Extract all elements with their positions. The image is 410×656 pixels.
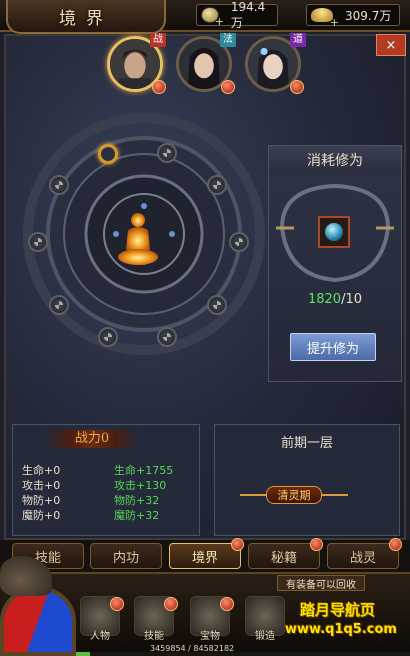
meditating-figure-icon	[118, 213, 158, 265]
consume-title: 消耗修为	[307, 153, 363, 169]
spirit-orb-icon	[325, 223, 343, 241]
class-tag-warrior: 战	[150, 33, 166, 47]
tab-realm[interactable]: 境界	[169, 538, 244, 569]
meridian-node[interactable]	[49, 295, 69, 315]
ingot-amount: 309.7万	[345, 8, 392, 23]
tab-label: 战灵	[349, 550, 376, 566]
meridian-node[interactable]	[207, 295, 227, 315]
stat-attack: 攻击+0	[22, 479, 61, 492]
stat-magic-def: 魔防+0	[22, 509, 61, 522]
nav-label-character: 人物	[90, 631, 110, 642]
nav-label-treasure: 宝物	[200, 631, 220, 642]
badge-wing-right	[320, 494, 348, 496]
coin-counter[interactable]: 194.4万	[196, 0, 278, 30]
tab-secret-book[interactable]: 秘籍	[248, 538, 323, 569]
close-button[interactable]: ×	[376, 34, 406, 56]
notification-dot-icon	[231, 538, 244, 551]
nav-label-forge: 锻造	[255, 631, 275, 642]
next-stat-attack: 攻击+130	[114, 479, 167, 492]
warrior-badge-icon	[152, 80, 166, 94]
tab-label: 秘籍	[270, 550, 297, 566]
ingot-icon	[311, 8, 339, 29]
stat-phys-def: 物防+0	[22, 494, 61, 507]
notification-dot-icon	[310, 538, 323, 551]
meridian-node[interactable]	[49, 175, 69, 195]
taoist-badge-icon	[290, 80, 304, 94]
class-tag-mage: 法	[220, 33, 236, 47]
notification-dot-icon	[220, 597, 234, 611]
next-stat-hp: 生命+1755	[114, 464, 174, 477]
notification-dot-icon	[110, 597, 124, 611]
cultivation-item-slot[interactable]	[318, 216, 350, 248]
realm-stage-badge: 清灵期	[266, 486, 322, 504]
current-stats-list: 生命+0 攻击+0 物防+0 魔防+0	[22, 463, 102, 523]
class-tag-taoist: 道	[290, 33, 306, 47]
next-stat-magic-def: 魔防+32	[114, 509, 160, 522]
hp-mp-orb	[0, 586, 76, 656]
page-title-plate: 境界	[6, 0, 166, 34]
coin-amount: 194.4万	[230, 0, 266, 30]
exp-bar-fill	[76, 652, 90, 656]
meridian-node[interactable]	[98, 327, 118, 347]
consume-need: /10	[341, 292, 362, 307]
consume-count: 1820/10	[268, 292, 402, 307]
coin-icon	[201, 7, 224, 28]
meridian-node[interactable]	[229, 232, 249, 252]
active-node-ring[interactable]	[98, 144, 118, 164]
tab-war-spirit[interactable]: 战灵	[327, 538, 402, 569]
meridian-node[interactable]	[207, 175, 227, 195]
notification-dot-icon	[164, 597, 178, 611]
meridian-node[interactable]	[157, 327, 177, 347]
notification-dot-icon	[389, 538, 402, 551]
meridian-node[interactable]	[28, 232, 48, 252]
next-stat-phys-def: 物防+32	[114, 494, 160, 507]
meridian-node[interactable]	[157, 143, 177, 163]
page-title: 境界	[59, 8, 113, 29]
combat-power-label: 战力0	[46, 430, 138, 448]
mage-badge-icon	[221, 80, 235, 94]
tab-label: 内功	[112, 550, 139, 566]
watermark-title: 踏月导航页	[300, 601, 376, 619]
nav-label-skills: 技能	[144, 631, 164, 642]
next-stats-list: 生命+1755 攻击+130 物防+32 魔防+32	[114, 463, 196, 523]
stage-title: 前期一层	[280, 436, 333, 451]
watermark-url: www.q1q5.com	[285, 622, 397, 637]
recycle-notice[interactable]: 有装备可以回收	[277, 575, 365, 591]
consume-have: 1820	[307, 292, 342, 307]
stat-hp: 生命+0	[22, 464, 61, 477]
badge-wing-left	[240, 494, 268, 496]
tab-label: 境界	[191, 550, 218, 566]
ingot-counter[interactable]: 309.7万	[306, 4, 400, 29]
exp-bar	[76, 652, 410, 656]
tab-inner-power[interactable]: 内功	[90, 543, 162, 569]
upgrade-cultivation-button[interactable]: 提升修为	[290, 333, 376, 361]
